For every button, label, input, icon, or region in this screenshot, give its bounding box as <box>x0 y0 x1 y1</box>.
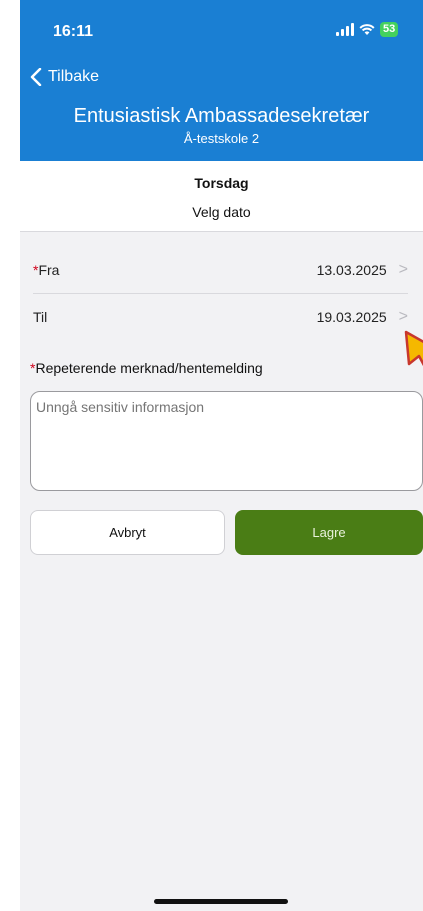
save-button[interactable]: Lagre <box>235 510 423 555</box>
chevron-right-icon: > <box>398 261 408 278</box>
battery-icon: 53 <box>380 22 399 37</box>
from-date-value: 13.03.2025 <box>316 262 387 278</box>
chevron-left-icon <box>30 68 42 86</box>
app-screen: 16:11 53 Tilbake Entusiastisk Ambassades… <box>20 0 423 911</box>
wifi-icon <box>359 24 375 35</box>
back-label: Tilbake <box>48 68 99 85</box>
signal-icon <box>336 23 354 36</box>
weekday-label: Torsdag <box>194 175 249 191</box>
home-indicator <box>154 899 288 904</box>
to-date-row[interactable]: Til 19.03.2025 > <box>33 294 408 340</box>
chevron-right-icon: > <box>398 308 408 325</box>
from-date-row[interactable]: *Fra 13.03.2025 > <box>33 247 408 294</box>
cancel-button[interactable]: Avbryt <box>30 510 225 555</box>
pick-date-label[interactable]: Velg dato <box>20 204 423 220</box>
pointer-cursor-icon <box>404 330 423 367</box>
from-label: *Fra <box>33 262 60 278</box>
app-header: 16:11 53 Tilbake Entusiastisk Ambassades… <box>20 0 423 161</box>
to-label: Til <box>33 309 48 325</box>
date-header <box>20 161 423 232</box>
to-date-value: 19.03.2025 <box>316 309 387 325</box>
note-label: *Repeterende merknad/hentemelding <box>30 360 263 376</box>
back-button[interactable]: Tilbake <box>30 68 99 86</box>
status-icons: 53 <box>336 22 399 37</box>
note-textarea[interactable] <box>30 391 423 491</box>
page-subtitle: Å-testskole 2 <box>183 131 260 146</box>
page-title: Entusiastisk Ambassadesekretær <box>73 105 370 127</box>
status-time: 16:11 <box>53 23 94 40</box>
